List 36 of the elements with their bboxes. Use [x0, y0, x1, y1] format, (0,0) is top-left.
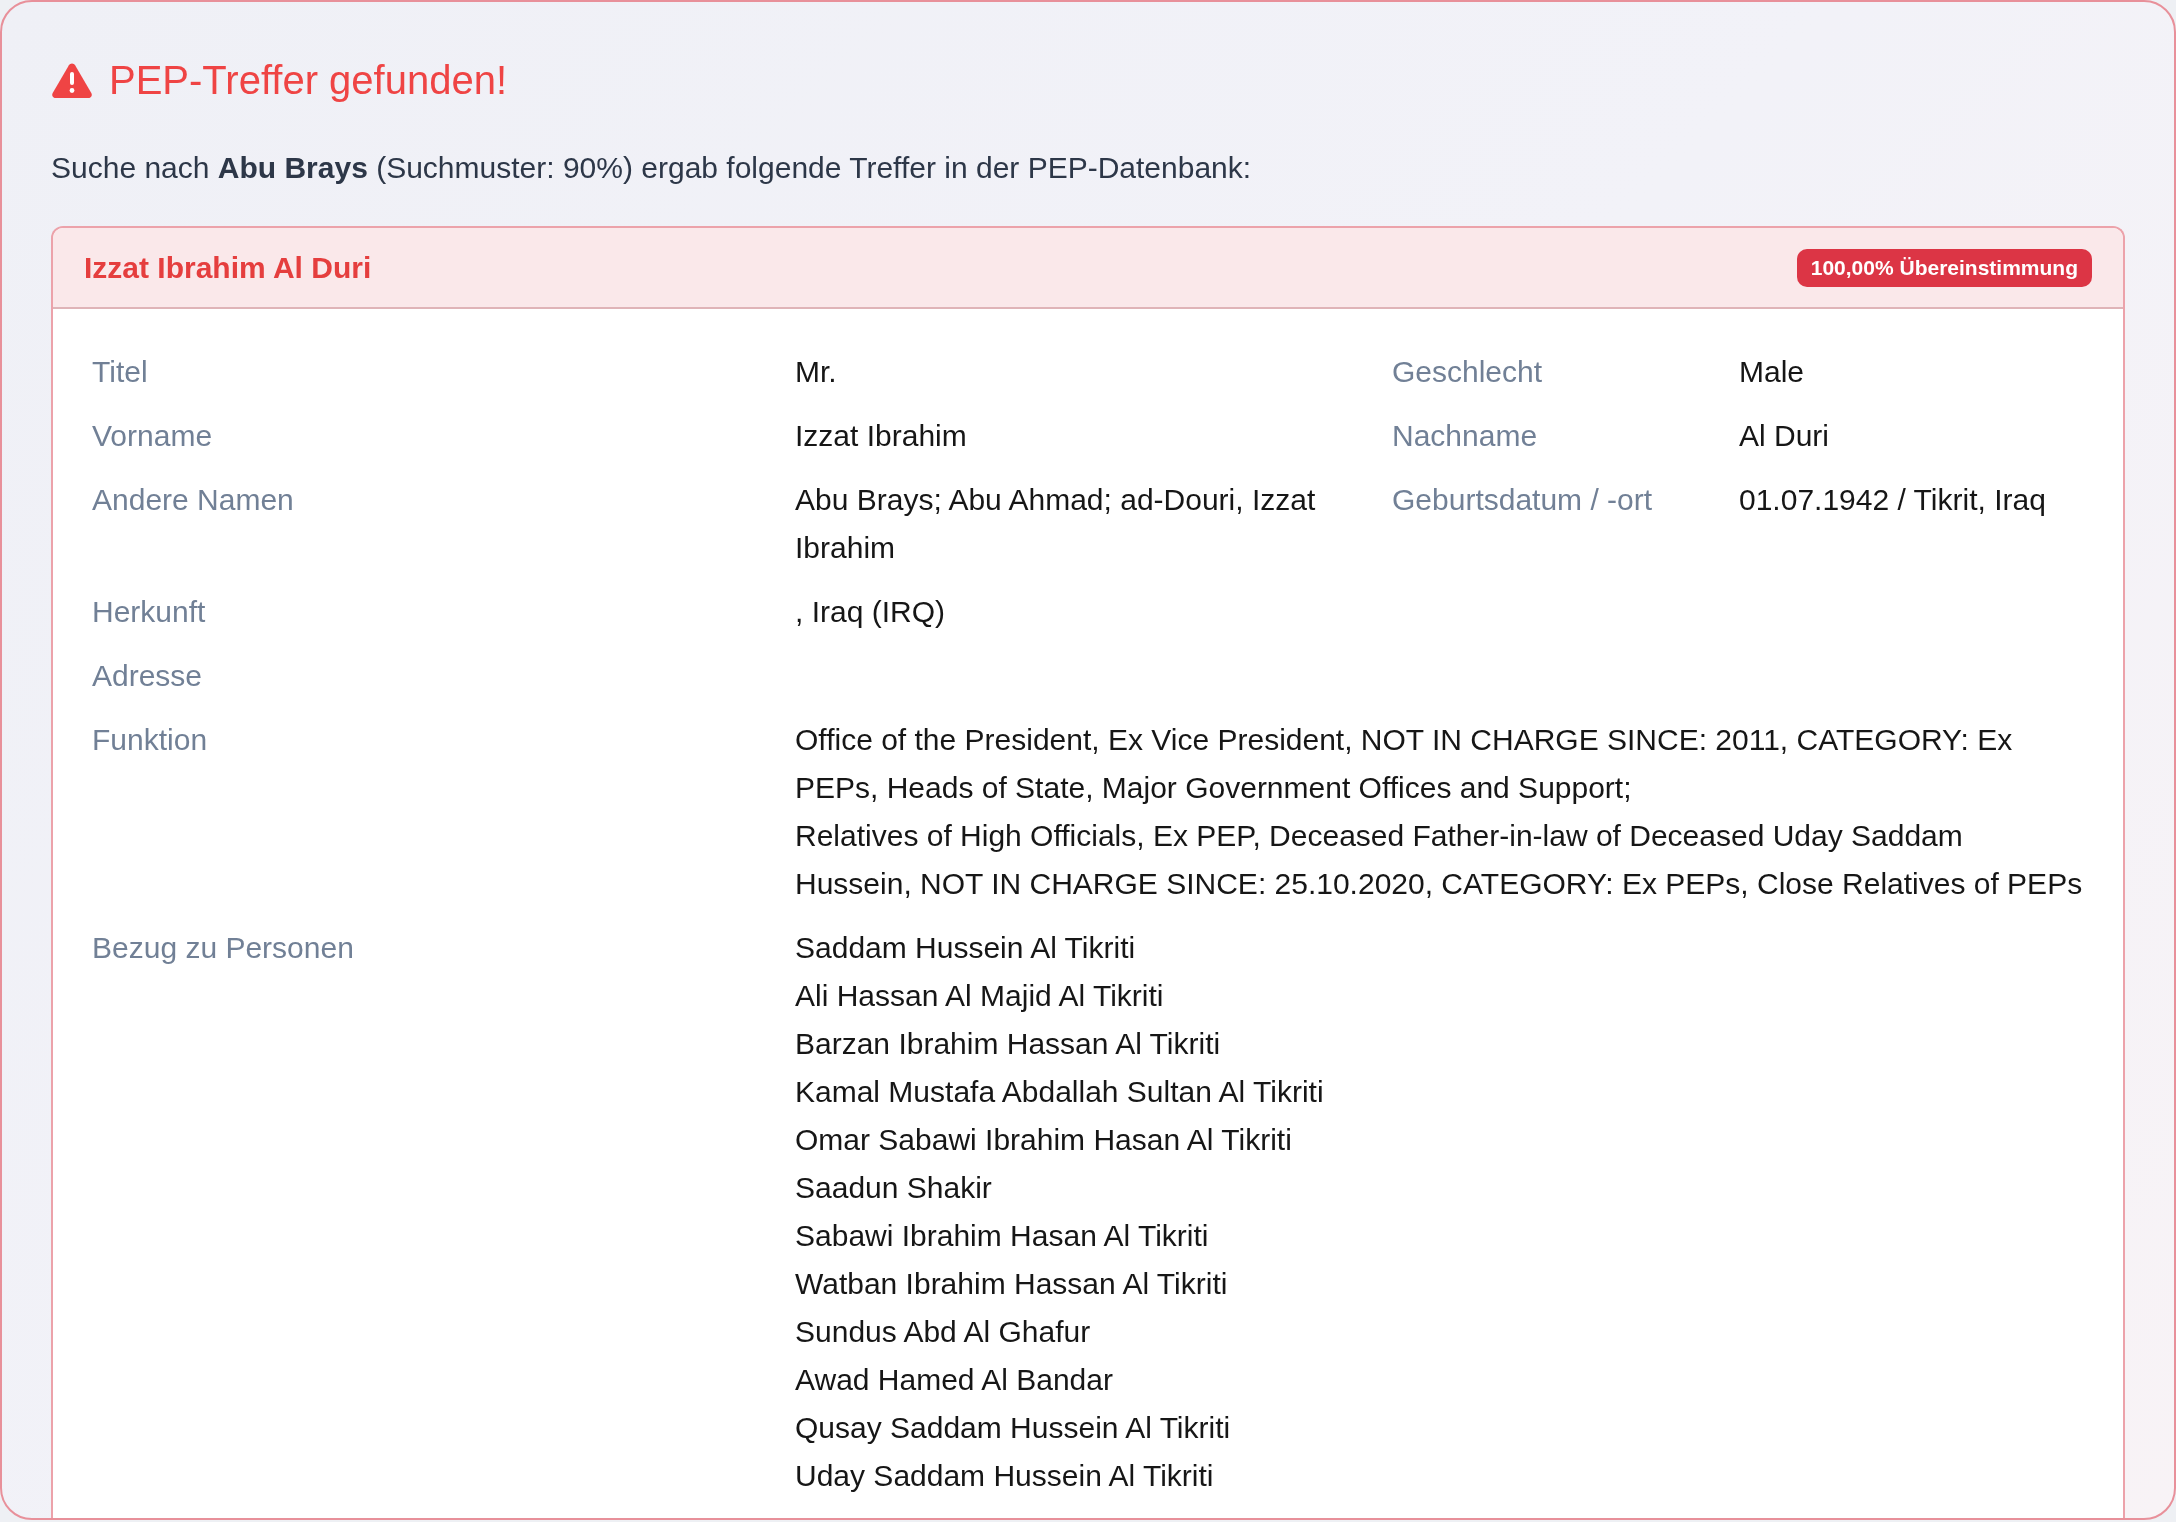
field-value: Mr.: [795, 354, 838, 390]
related-person-name: Sundus Abd Al Ghafur: [795, 1314, 1092, 1350]
field-label: Andere Namen: [92, 482, 295, 518]
field-label: Nachname: [1392, 418, 1539, 454]
field-label: Adresse: [92, 658, 204, 694]
related-person-name: Saadun Shakir: [795, 1170, 993, 1206]
match-score-badge: 100,00% Übereinstimmung: [1796, 248, 2092, 287]
field-label: Titel: [92, 354, 149, 390]
alert-title: PEP-Treffer gefunden!: [109, 58, 507, 102]
field-label: Vorname: [92, 418, 214, 454]
field-label: Bezug zu Personen: [92, 930, 355, 966]
related-person-name: Omar Sabawi Ibrahim Hasan Al Tikriti: [795, 1122, 1293, 1158]
related-person-name: Kamal Mustafa Abdallah Sultan Al Tikriti: [795, 1074, 1325, 1110]
related-person-name: Watban Ibrahim Hassan Al Tikriti: [795, 1266, 1229, 1302]
related-person-name: Uday Saddam Hussein Al Tikriti: [795, 1458, 1215, 1494]
field-label: Funktion: [92, 722, 209, 758]
match-name: Izzat Ibrahim Al Duri: [84, 249, 372, 286]
field-label: Geschlecht: [1392, 354, 1544, 390]
field-label: Geburtsdatum / -ort: [1392, 482, 1654, 518]
field-value: Al Duri: [1739, 418, 1830, 454]
related-person-name: Sabawi Ibrahim Hasan Al Tikriti: [795, 1218, 1210, 1254]
related-person-name: Awad Hamed Al Bandar: [795, 1362, 1114, 1398]
search-summary: Suche nach Abu Brays (Suchmuster: 90%) ergab folgende Treffer in der PEP-Datenbank:: [51, 150, 1253, 186]
related-person-name: Qusay Saddam Hussein Al Tikriti: [795, 1410, 1232, 1446]
warning-icon: [51, 62, 93, 98]
related-person-name: Saddam Hussein Al Tikriti: [795, 930, 1137, 966]
field-value: Male: [1739, 354, 1806, 390]
field-value: , Iraq (IRQ): [795, 594, 946, 630]
field-label: Herkunft: [92, 594, 207, 630]
related-person-name: Barzan Ibrahim Hassan Al Tikriti: [795, 1026, 1222, 1062]
field-value: Izzat Ibrahim: [795, 418, 968, 454]
field-value: Abu Brays; Abu Ahmad; ad-Douri, Izzat Ibrahim: [795, 482, 1317, 566]
related-person-name: Ali Hassan Al Majid Al Tikriti: [795, 978, 1165, 1014]
function-description: Relatives of High Officials, Ex PEP, Deceased Father-in-law of Deceased Uday Saddam Hussein, NOT IN CHARGE SINCE: 25.10.2020, CATEGORY: Ex PEPs, Close Relatives of PEPs: [795, 818, 2084, 902]
field-value: 01.07.1942 / Tikrit, Iraq: [1739, 482, 2047, 518]
function-description: Office of the President, Ex Vice President, NOT IN CHARGE SINCE: 2011, CATEGORY: Ex PEPs, Heads of State, Major Government Offices and Support;: [795, 722, 2014, 806]
